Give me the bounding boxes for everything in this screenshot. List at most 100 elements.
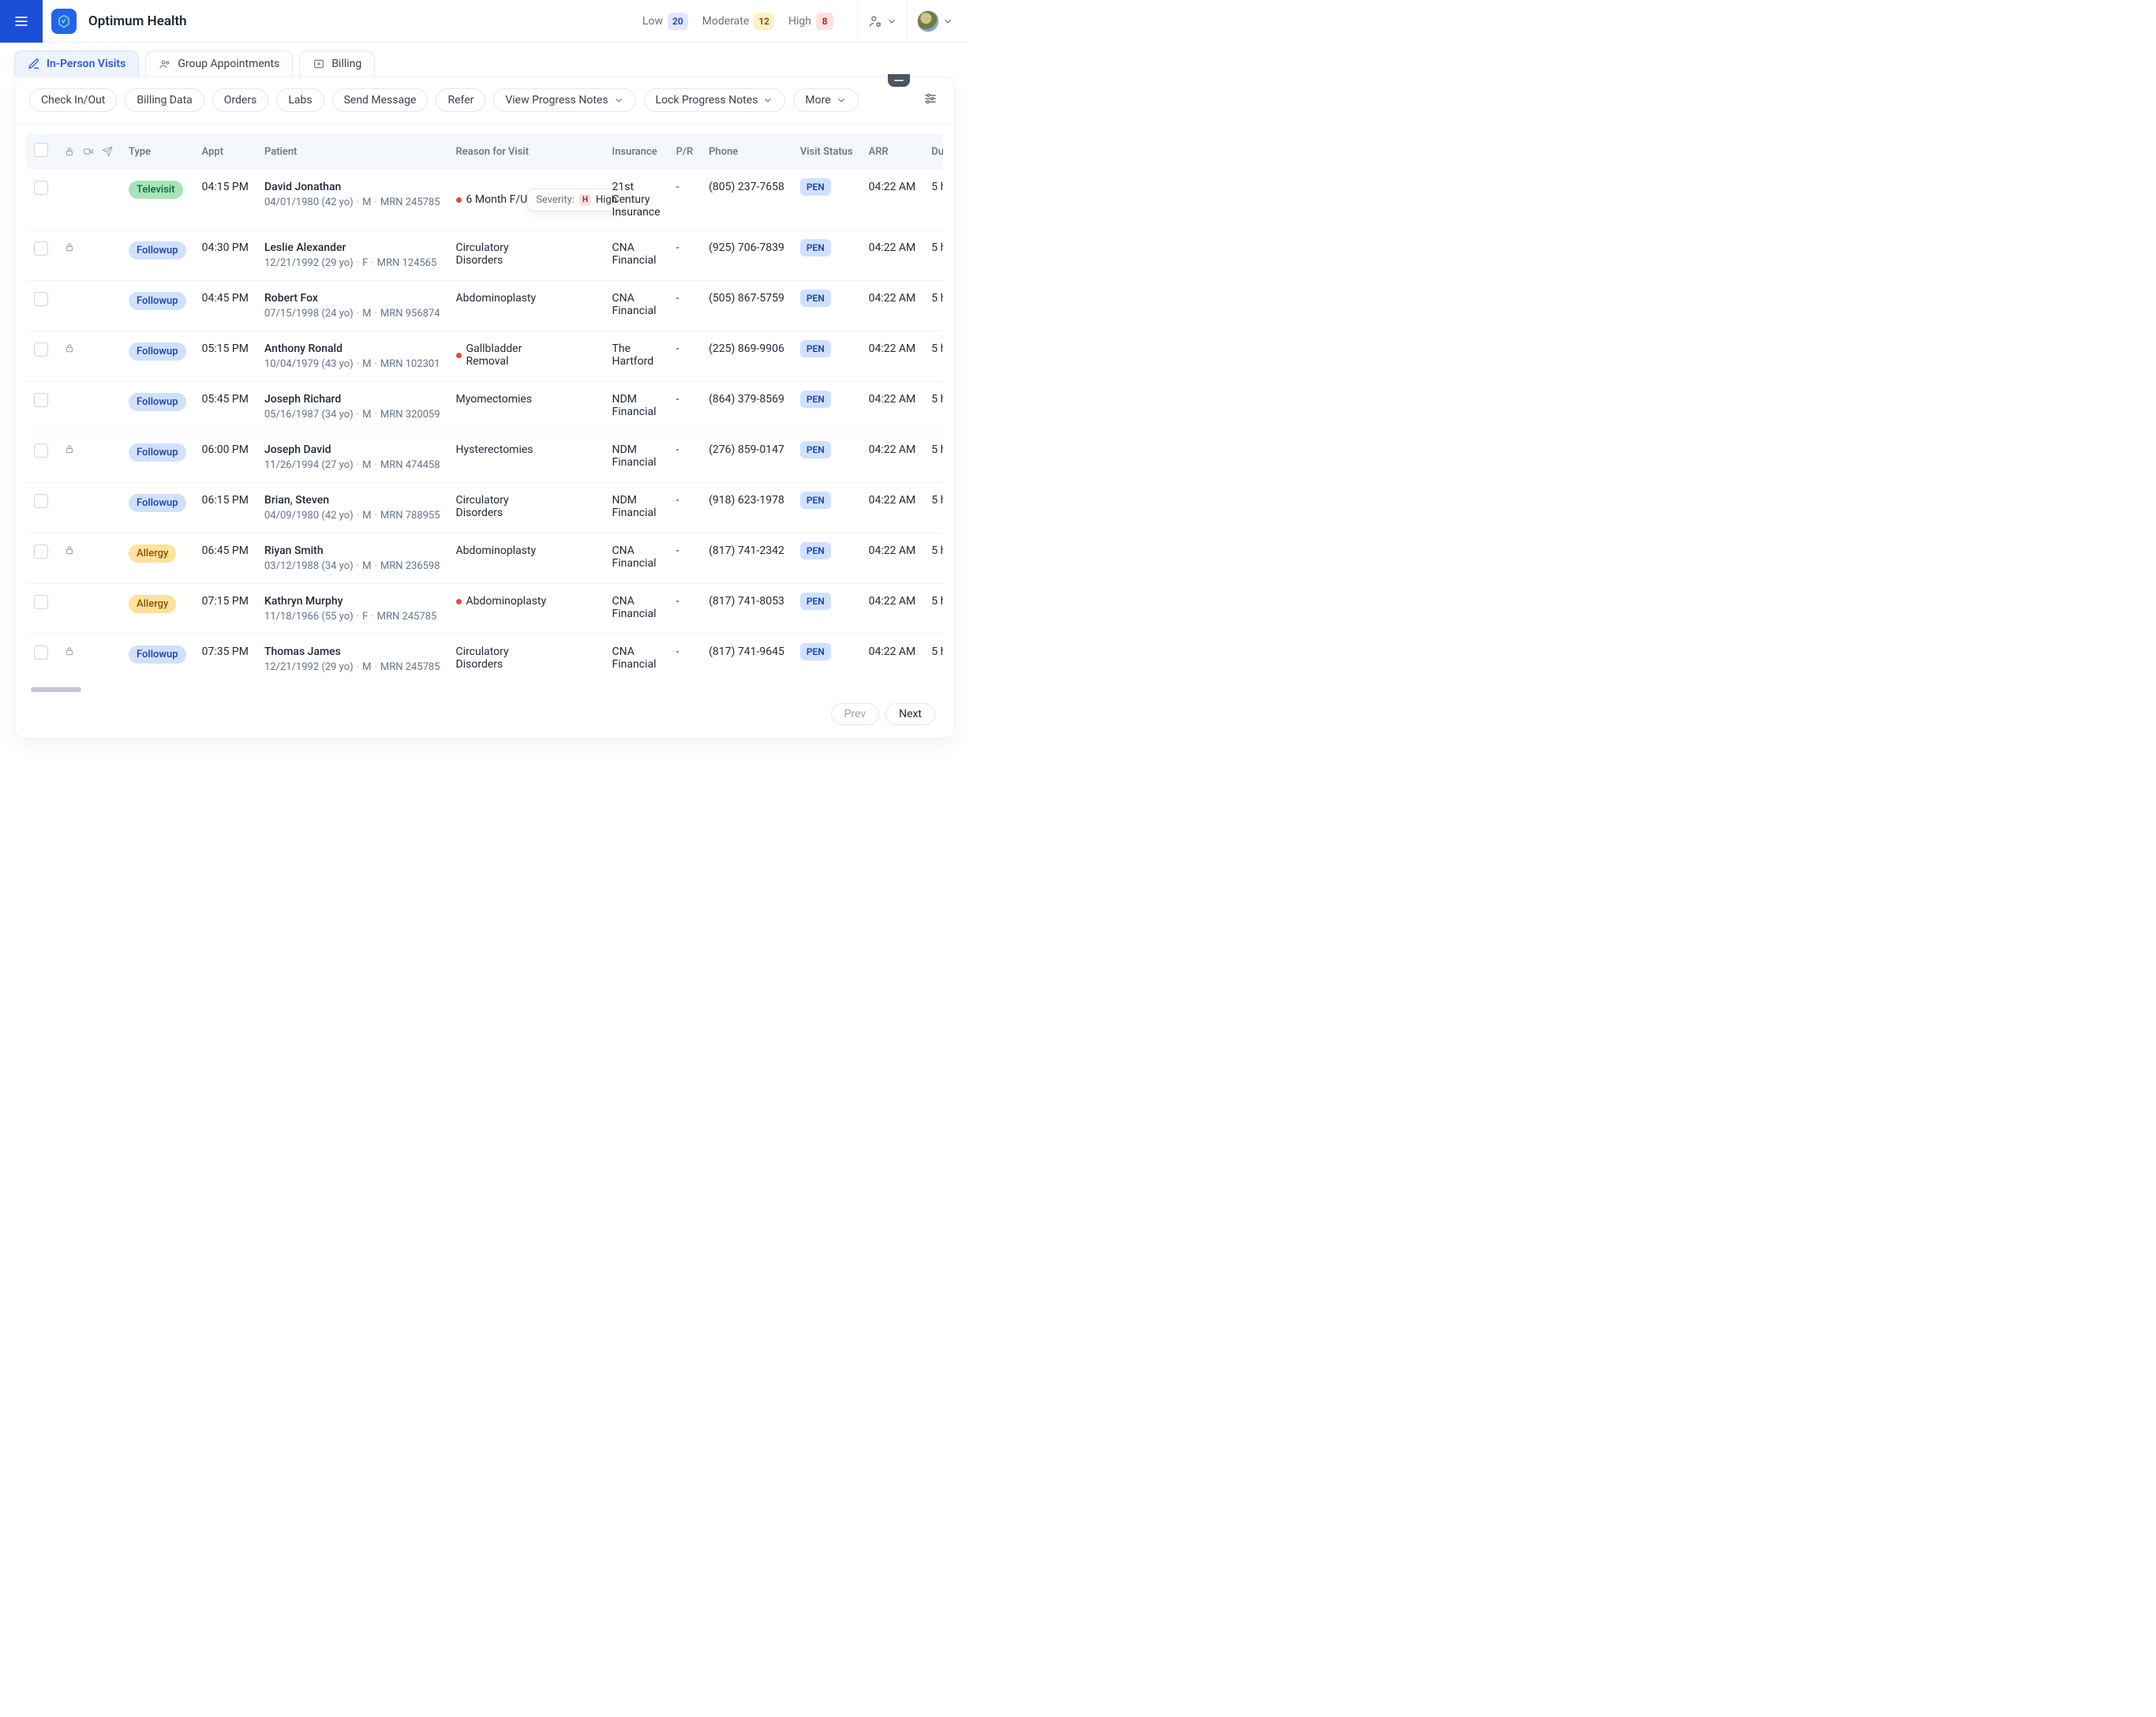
cell-patient[interactable]: Thomas James12/21/1992 (29 yo)·M·MRN 245… <box>256 634 448 685</box>
menu-button[interactable] <box>0 0 43 43</box>
col-dur[interactable]: Duration <box>923 133 943 170</box>
cell-patient[interactable]: David Jonathan04/01/1980 (42 yo)·M·MRN 2… <box>256 170 448 230</box>
table-row[interactable]: Followup06:00 PMJoseph David11/26/1994 (… <box>26 432 943 483</box>
severity-high[interactable]: High 8 <box>788 13 833 30</box>
cell-pr: - <box>668 170 702 230</box>
cell-patient[interactable]: Kathryn Murphy11/18/1966 (55 yo)·F·MRN 2… <box>256 584 448 634</box>
cell-arr: 04:22 AM <box>861 382 924 432</box>
action-more[interactable]: More <box>793 88 858 112</box>
cell-patient[interactable]: Joseph Richard 05/16/1987 (34 yo)·M·MRN 3… <box>256 382 448 432</box>
app-logo[interactable] <box>43 0 85 43</box>
cell-duration: 5 h, 41 m <box>923 584 943 634</box>
col-status[interactable]: Visit Status <box>792 133 861 170</box>
action-billing-data[interactable]: Billing Data <box>125 88 204 112</box>
severity-moderate[interactable]: Moderate 12 <box>702 13 774 30</box>
row-checkbox[interactable] <box>34 292 48 306</box>
col-phone[interactable]: Phone <box>701 133 792 170</box>
cell-phone: (805) 237-7658 <box>701 170 792 230</box>
patient-name: Leslie Alexander <box>264 241 440 254</box>
row-checkbox[interactable] <box>34 595 48 609</box>
chevron-down-icon <box>942 16 953 27</box>
severity-low[interactable]: Low 20 <box>642 13 688 30</box>
col-appt[interactable]: Appt <box>194 133 256 170</box>
profile-menu-button[interactable] <box>917 10 953 32</box>
prev-button[interactable]: Prev <box>831 703 880 725</box>
cell-reason: Abdominoplasty <box>448 584 605 634</box>
action-labs[interactable]: Labs <box>276 88 324 112</box>
cell-appt: 04:30 PM <box>194 230 256 281</box>
table-row[interactable]: Followup07:35 PMThomas James12/21/1992 (… <box>26 634 943 685</box>
cell-patient[interactable]: Riyan Smith03/12/1988 (34 yo)·M·MRN 2365… <box>256 533 448 584</box>
row-lock-cell <box>56 230 121 281</box>
col-pr[interactable]: P/R <box>668 133 702 170</box>
row-checkbox[interactable] <box>34 544 48 559</box>
cell-duration: 5 h, 41 m <box>923 634 943 685</box>
visit-type-badge: Followup <box>129 393 186 411</box>
action-check-in-out[interactable]: Check In/Out <box>29 88 117 112</box>
filter-settings-button[interactable] <box>923 91 938 110</box>
table-scroll[interactable]: Type Appt Patient Reason for Visit Insur… <box>26 133 943 684</box>
table-row[interactable]: Followup05:15 PMAnthony Ronald10/04/1979… <box>26 331 943 382</box>
col-type[interactable]: Type <box>121 133 194 170</box>
cell-pr: - <box>668 331 702 382</box>
table-row[interactable]: Allergy06:45 PMRiyan Smith03/12/1988 (34… <box>26 533 943 584</box>
patient-meta: 05/16/1987 (34 yo)·M·MRN 320059 <box>264 409 440 421</box>
select-all-checkbox[interactable] <box>34 143 48 157</box>
col-patient[interactable]: Patient <box>256 133 448 170</box>
table-row[interactable]: Allergy07:15 PMKathryn Murphy11/18/1966 … <box>26 584 943 634</box>
cell-phone: (817) 741-2342 <box>701 533 792 584</box>
col-reason[interactable]: Reason for Visit <box>448 133 605 170</box>
cell-duration: 5 h, 41 m <box>923 230 943 281</box>
next-button[interactable]: Next <box>885 703 935 725</box>
severity-code: H <box>579 194 591 206</box>
cell-patient[interactable]: Robert Fox07/15/1998 (24 yo)·M·MRN 95687… <box>256 281 448 331</box>
row-checkbox[interactable] <box>34 393 48 407</box>
group-icon <box>159 58 171 70</box>
patient-name: Anthony Ronald <box>264 342 440 355</box>
action-lock-progress-notes[interactable]: Lock Progress Notes <box>644 88 786 112</box>
row-checkbox[interactable] <box>34 494 48 508</box>
col-ins[interactable]: Insurance <box>605 133 668 170</box>
visit-type-badge: Allergy <box>129 595 176 613</box>
row-checkbox[interactable] <box>34 241 48 256</box>
row-checkbox[interactable] <box>34 645 48 660</box>
action-refer[interactable]: Refer <box>436 88 485 112</box>
cell-patient[interactable]: Leslie Alexander12/21/1992 (29 yo)·F·MRN… <box>256 230 448 281</box>
row-checkbox[interactable] <box>34 443 48 458</box>
action-send-message[interactable]: Send Message <box>332 88 429 112</box>
send-icon <box>102 146 113 157</box>
cell-patient[interactable]: Brian, Steven04/09/1980 (42 yo)·M·MRN 78… <box>256 483 448 533</box>
table-row[interactable]: Followup04:30 PMLeslie Alexander12/21/19… <box>26 230 943 281</box>
table-row[interactable]: Televisit04:15 PMDavid Jonathan04/01/198… <box>26 170 943 230</box>
patient-meta: 07/15/1998 (24 yo)·M·MRN 956874 <box>264 308 440 320</box>
chevron-down-icon <box>836 95 847 106</box>
pencil-icon <box>28 58 40 70</box>
chip-label: More <box>805 94 830 107</box>
col-arr[interactable]: ARR <box>861 133 924 170</box>
patient-name: Kathryn Murphy <box>264 595 440 608</box>
action-view-progress-notes[interactable]: View Progress Notes <box>493 88 635 112</box>
user-settings-button[interactable] <box>867 13 897 29</box>
cell-patient[interactable]: Joseph David11/26/1994 (27 yo)·M·MRN 474… <box>256 432 448 483</box>
tab-in-person-visits[interactable]: In-Person Visits <box>14 50 139 77</box>
tab-billing[interactable]: Billing <box>299 50 375 77</box>
cell-arr: 04:22 AM <box>861 432 924 483</box>
row-checkbox[interactable] <box>34 181 48 195</box>
patient-name: Riyan Smith <box>264 544 440 557</box>
table-row[interactable]: Followup04:45 PMRobert Fox07/15/1998 (24… <box>26 281 943 331</box>
cell-appt: 06:00 PM <box>194 432 256 483</box>
alert-dot-icon <box>456 599 462 604</box>
cell-insurance: CNA Financial <box>605 634 668 685</box>
action-orders[interactable]: Orders <box>212 88 269 112</box>
patient-name: Joseph David <box>264 443 440 456</box>
severity-mod-count: 12 <box>754 13 774 30</box>
cell-arr: 04:22 AM <box>861 533 924 584</box>
video-icon <box>83 146 94 157</box>
table-row[interactable]: Followup06:15 PMBrian, Steven04/09/1980 … <box>26 483 943 533</box>
cell-appt: 06:15 PM <box>194 483 256 533</box>
table-row[interactable]: Followup05:45 PMJoseph Richard05/16/1987… <box>26 382 943 432</box>
tab-group-appointments[interactable]: Group Appointments <box>145 50 293 77</box>
cell-patient[interactable]: Anthony Ronald10/04/1979 (43 yo)·M·MRN 1… <box>256 331 448 382</box>
row-checkbox[interactable] <box>34 342 48 357</box>
patient-name: Joseph Richard <box>264 393 440 406</box>
